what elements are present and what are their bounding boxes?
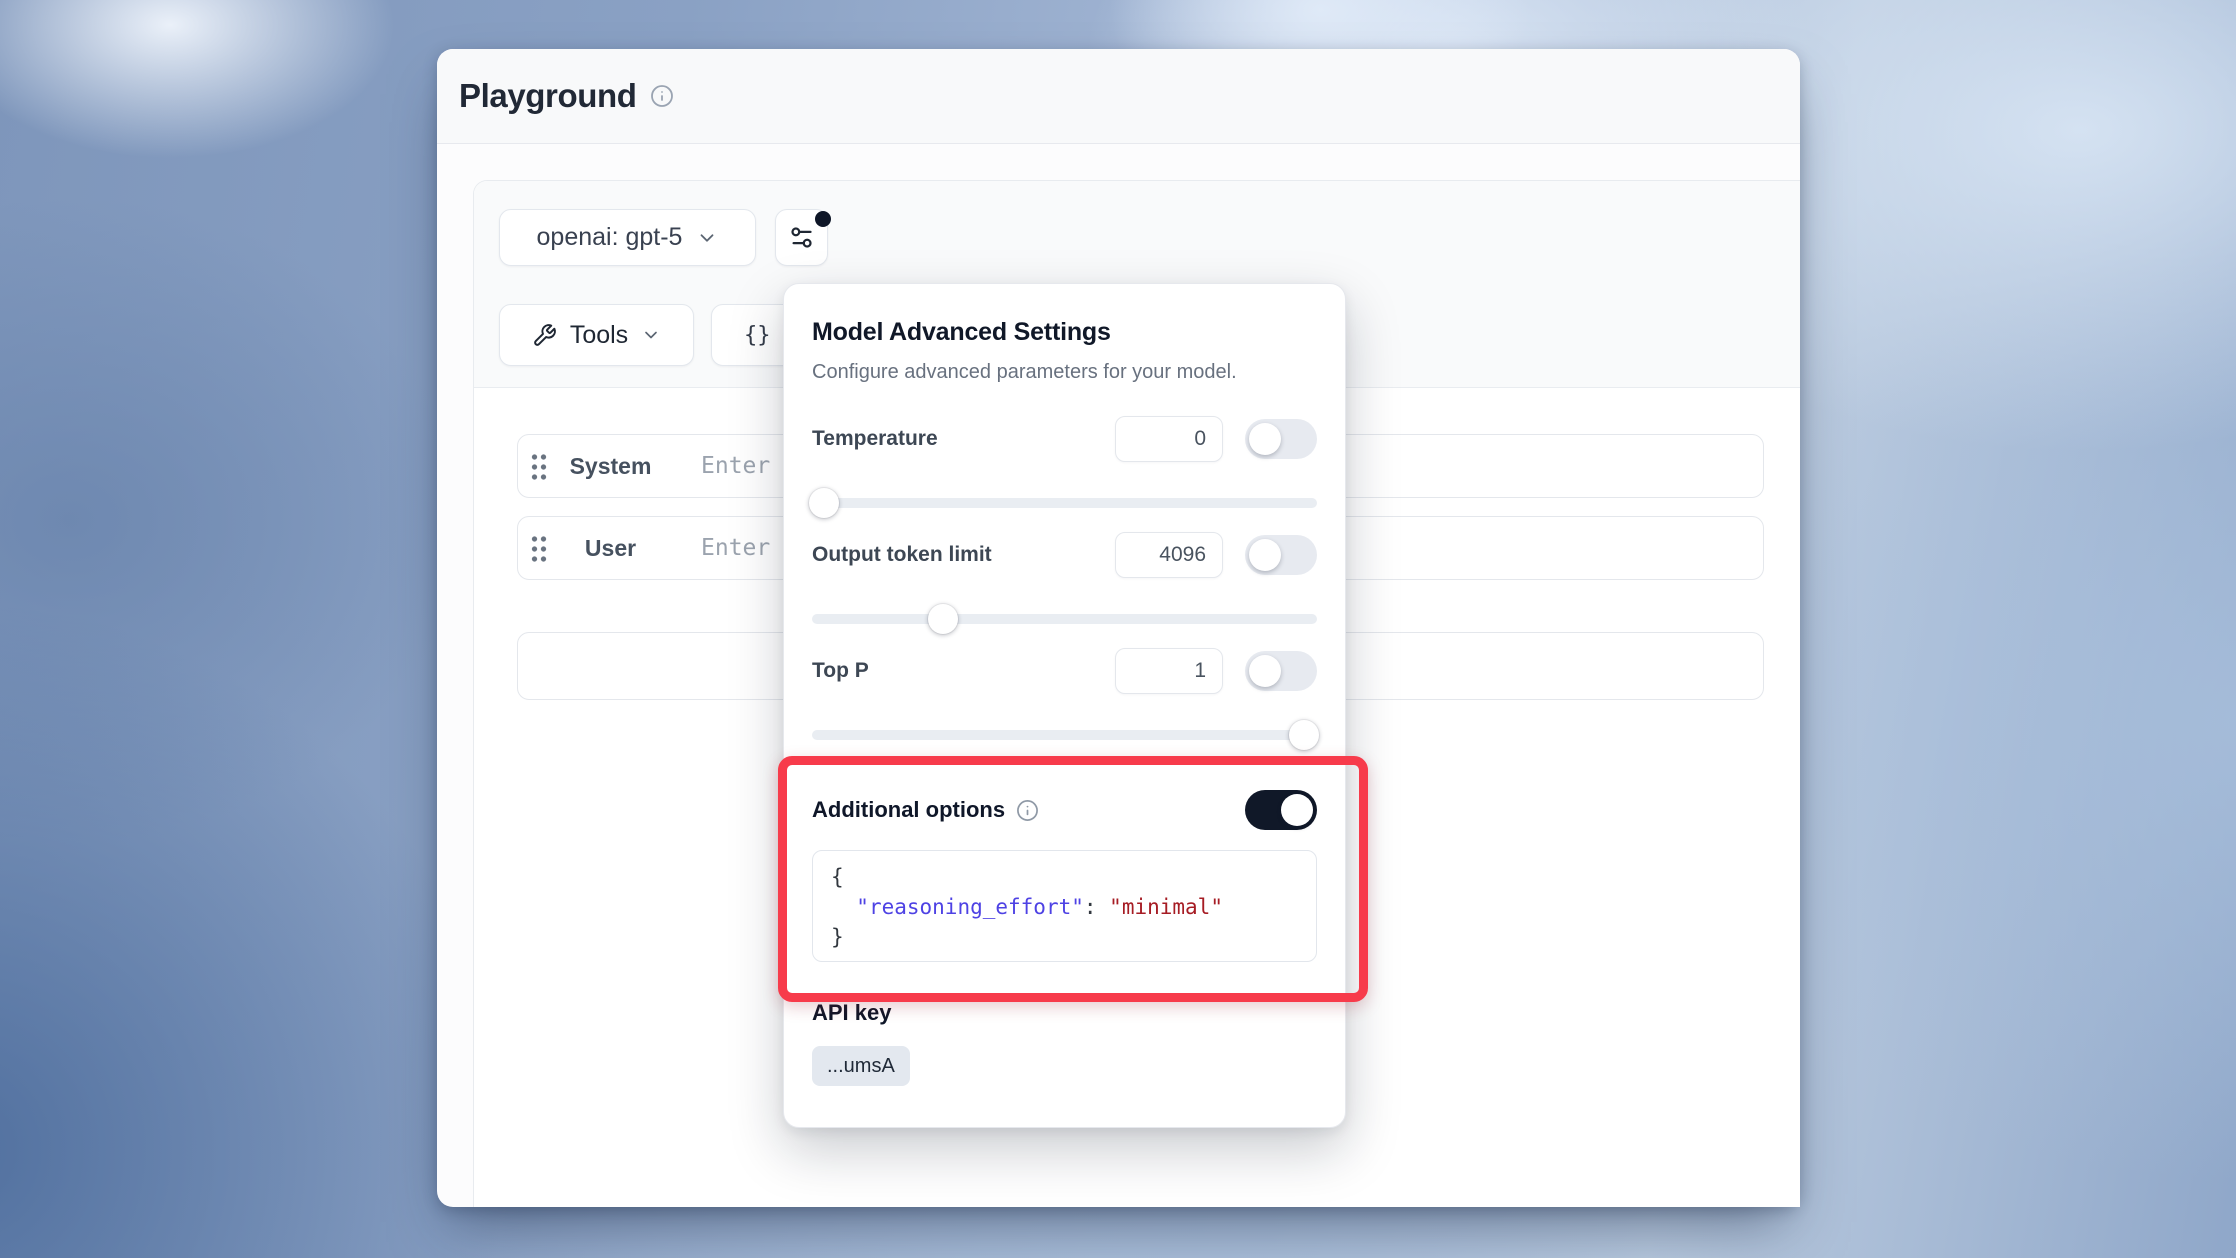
slider-thumb[interactable] xyxy=(1289,720,1319,750)
info-icon[interactable] xyxy=(1016,799,1039,822)
toggle-knob xyxy=(1281,794,1313,826)
top-p-input[interactable]: 1 xyxy=(1115,648,1223,694)
code-line: { xyxy=(831,862,1298,892)
model-advanced-settings-popover: Model Advanced Settings Configure advanc… xyxy=(783,283,1346,1128)
settings-active-dot xyxy=(815,211,831,227)
chevron-down-icon xyxy=(641,325,661,345)
page-title: Playground xyxy=(459,77,637,115)
message-input-placeholder[interactable]: Enter xyxy=(701,453,770,479)
output-token-limit-label: Output token limit xyxy=(812,543,1115,567)
json-key: "reasoning_effort" xyxy=(856,895,1084,919)
api-key-label: API key xyxy=(812,1000,1317,1026)
additional-options-label: Additional options xyxy=(812,797,1005,823)
additional-options-json-editor[interactable]: { "reasoning_effort": "minimal" } xyxy=(812,850,1317,962)
temperature-input[interactable]: 0 xyxy=(1115,416,1223,462)
model-select[interactable]: openai: gpt-5 xyxy=(499,209,756,266)
tools-button[interactable]: Tools xyxy=(499,304,694,366)
slider-track xyxy=(812,730,1317,740)
top-p-row: Top P 1 xyxy=(812,648,1317,694)
tools-button-label: Tools xyxy=(570,321,628,350)
additional-options-row: Additional options xyxy=(812,790,1317,830)
chevron-down-icon xyxy=(696,227,718,249)
temperature-label: Temperature xyxy=(812,427,1115,451)
slider-thumb[interactable] xyxy=(928,604,958,634)
api-key-badge[interactable]: ...umsA xyxy=(812,1046,910,1086)
top-p-toggle[interactable] xyxy=(1245,651,1317,691)
popover-description: Configure advanced parameters for your m… xyxy=(812,361,1317,384)
drag-handle-icon[interactable] xyxy=(530,452,548,481)
code-line: } xyxy=(831,922,1298,952)
top-p-label: Top P xyxy=(812,659,1115,683)
drag-handle-icon[interactable] xyxy=(530,534,548,563)
output-token-limit-row: Output token limit 4096 xyxy=(812,532,1317,578)
popover-title: Model Advanced Settings xyxy=(812,318,1317,347)
additional-options-toggle[interactable] xyxy=(1245,790,1317,830)
temperature-row: Temperature 0 xyxy=(812,416,1317,462)
temperature-slider[interactable] xyxy=(812,488,1317,518)
slider-track xyxy=(812,498,1317,508)
message-role-label: System xyxy=(548,453,673,480)
json-value: "minimal" xyxy=(1109,895,1223,919)
model-settings-button[interactable] xyxy=(775,209,828,266)
code-line: "reasoning_effort": "minimal" xyxy=(831,892,1298,922)
temperature-toggle[interactable] xyxy=(1245,419,1317,459)
top-p-slider[interactable] xyxy=(812,720,1317,750)
page-header: Playground xyxy=(437,49,1800,144)
model-select-value: openai: gpt-5 xyxy=(537,223,683,252)
message-role-label: User xyxy=(548,535,673,562)
toggle-knob xyxy=(1249,423,1281,455)
desktop-background: Playground openai: gpt-5 xyxy=(0,0,2236,1258)
slider-thumb[interactable] xyxy=(809,488,839,518)
slider-track xyxy=(812,614,1317,624)
output-token-limit-slider[interactable] xyxy=(812,604,1317,634)
message-input-placeholder[interactable]: Enter xyxy=(701,535,770,561)
toggle-knob xyxy=(1249,655,1281,687)
output-token-limit-toggle[interactable] xyxy=(1245,535,1317,575)
info-icon[interactable] xyxy=(650,84,674,108)
output-token-limit-input[interactable]: 4096 xyxy=(1115,532,1223,578)
code-view-button-label: {} xyxy=(744,323,771,348)
wrench-icon xyxy=(532,323,557,348)
sliders-settings-icon xyxy=(788,224,815,251)
toggle-knob xyxy=(1249,539,1281,571)
